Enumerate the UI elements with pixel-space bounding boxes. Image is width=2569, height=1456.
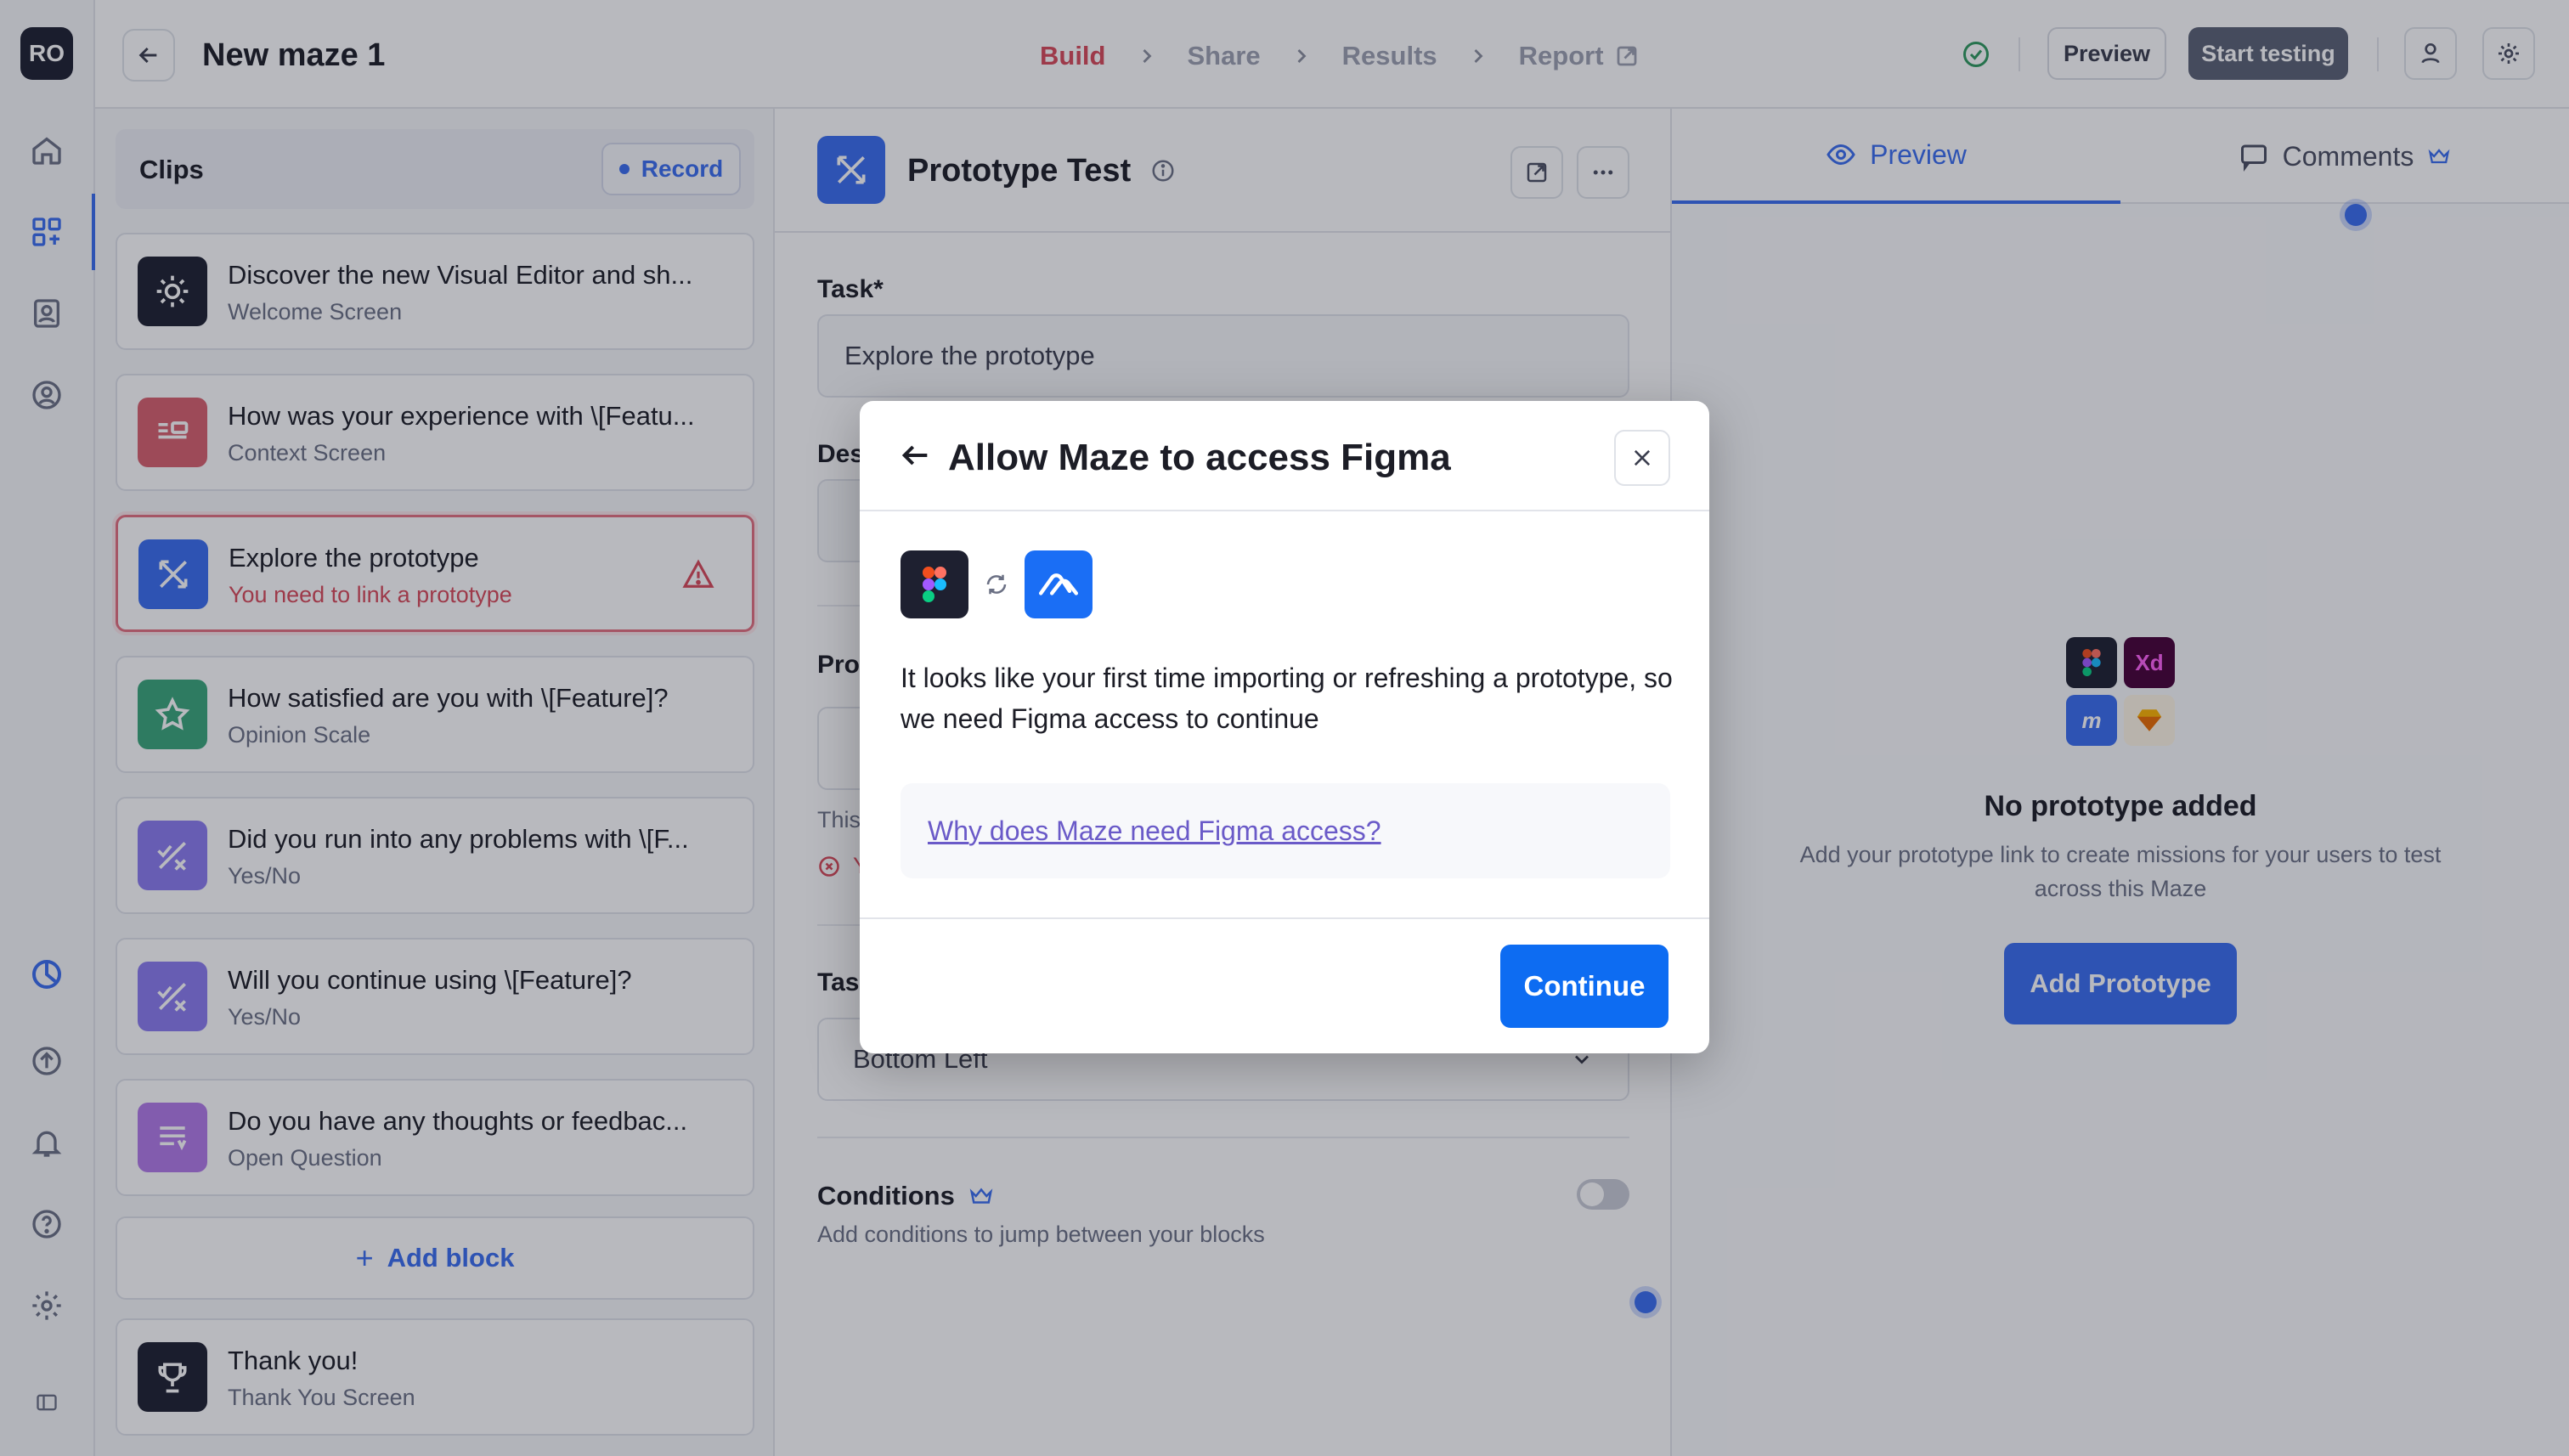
figma-access-modal: Allow Maze to access Figma It looks like… <box>860 401 1709 1053</box>
arrow-left-icon[interactable] <box>899 438 933 472</box>
modal-footer: Continue <box>860 917 1709 1053</box>
modal-body-text: It looks like your first time importing … <box>901 663 1673 734</box>
modal-header: Allow Maze to access Figma <box>860 401 1709 511</box>
continue-button[interactable]: Continue <box>1500 945 1668 1028</box>
close-icon <box>1634 449 1651 466</box>
close-button[interactable] <box>1614 430 1670 486</box>
help-link-box: Why does Maze need Figma access? <box>901 783 1670 878</box>
maze-logo-icon <box>1025 550 1093 618</box>
modal-title: Allow Maze to access Figma <box>948 437 1451 478</box>
integration-logos <box>901 550 1093 618</box>
figma-icon <box>901 550 968 618</box>
sync-icon <box>986 574 1007 595</box>
why-figma-access-link[interactable]: Why does Maze need Figma access? <box>928 815 1381 847</box>
